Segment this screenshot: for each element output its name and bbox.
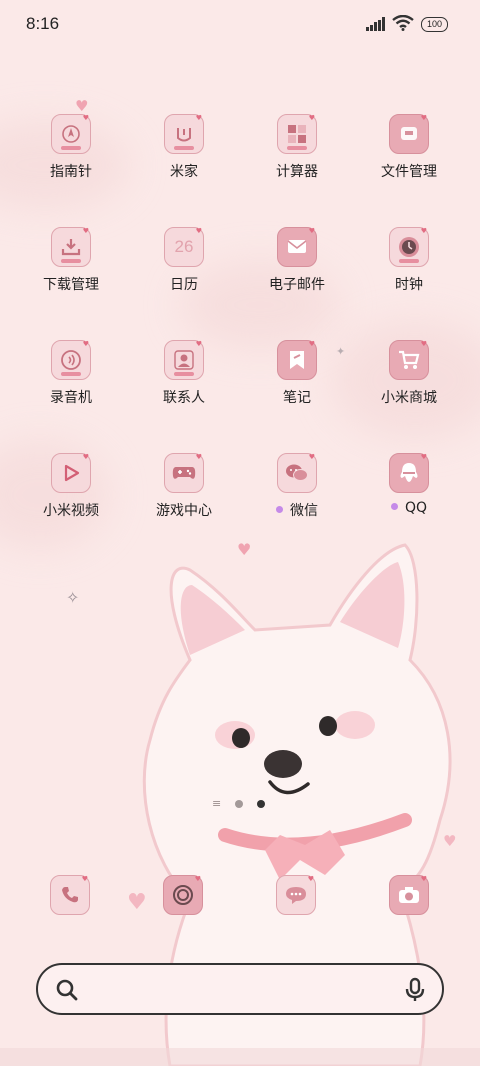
app-label: 游戏中心	[156, 503, 212, 519]
app-compass[interactable]: ♥ 指南针	[16, 114, 126, 181]
search-icon	[56, 979, 78, 1001]
shop-cart-icon: ♥	[389, 340, 429, 380]
app-wechat[interactable]: ♥ 微信	[242, 453, 352, 520]
app-contacts[interactable]: ♥ 联系人	[129, 340, 239, 407]
app-file-manager[interactable]: ♥ 文件管理	[354, 114, 464, 181]
app-notes[interactable]: ♥ 笔记	[242, 340, 352, 407]
navigation-bar-area	[0, 1048, 480, 1066]
recorder-icon: ♥	[51, 340, 91, 380]
microphone-icon[interactable]	[404, 977, 426, 1003]
app-label: 小米视频	[43, 503, 99, 519]
video-play-icon: ♥	[51, 453, 91, 493]
app-label: 文件管理	[381, 164, 437, 180]
app-calculator[interactable]: ♥ 计算器	[242, 114, 352, 181]
app-calendar[interactable]: ♥ 26 日历	[129, 227, 239, 294]
page-dot[interactable]	[235, 799, 244, 808]
wechat-icon: ♥	[277, 453, 317, 493]
wifi-icon	[392, 15, 414, 31]
new-indicator-dot	[276, 506, 283, 513]
app-label: 指南针	[50, 164, 92, 180]
app-email[interactable]: ♥ 电子邮件	[242, 227, 352, 294]
app-label: 米家	[170, 164, 198, 180]
app-mi-video[interactable]: ♥ 小米视频	[16, 453, 126, 520]
signal-strength-icon	[366, 17, 385, 31]
app-label: 微信	[242, 500, 352, 520]
message-bubble-icon[interactable]: ♥	[276, 875, 316, 915]
clock-icon: ♥	[389, 227, 429, 267]
page-indicator[interactable]: ≡	[212, 797, 266, 810]
app-label: 时钟	[395, 277, 423, 293]
app-label: 笔记	[283, 390, 311, 406]
download-icon: ♥	[51, 227, 91, 267]
camera-lens-icon[interactable]: ♥	[163, 875, 203, 915]
drawer-lines-icon[interactable]: ≡	[212, 797, 221, 810]
app-game-center[interactable]: ♥ 游戏中心	[129, 453, 239, 520]
status-bar: 8:16 100	[0, 0, 480, 52]
phone-icon[interactable]: ♥	[50, 875, 90, 915]
battery-icon: 100	[421, 17, 448, 32]
gamepad-icon: ♥	[164, 453, 204, 493]
search-bar[interactable]	[36, 963, 444, 1015]
app-label: 计算器	[276, 164, 318, 180]
qq-icon: ♥	[389, 453, 429, 493]
file-manager-icon: ♥	[389, 114, 429, 154]
app-label: 日历	[170, 277, 198, 293]
contacts-icon: ♥	[164, 340, 204, 380]
app-label: 小米商城	[381, 390, 437, 406]
camera-icon[interactable]: ♥	[389, 875, 429, 915]
status-time: 8:16	[26, 14, 60, 33]
app-mijia[interactable]: ♥ 米家	[129, 114, 239, 181]
notes-icon: ♥	[277, 340, 317, 380]
app-label: 电子邮件	[269, 277, 325, 293]
app-label: 下载管理	[43, 277, 99, 293]
new-indicator-dot	[390, 503, 398, 510]
page-dot-active[interactable]	[257, 799, 266, 808]
app-recorder[interactable]: ♥ 录音机	[16, 340, 126, 407]
calendar-date: 26	[174, 237, 194, 256]
app-label: 录音机	[50, 390, 92, 406]
mail-icon: ♥	[277, 227, 317, 267]
app-mi-shop[interactable]: ♥ 小米商城	[354, 340, 464, 407]
app-clock[interactable]: ♥ 时钟	[354, 227, 464, 294]
calculator-icon: ♥	[277, 114, 317, 154]
app-qq[interactable]: ♥ QQ	[354, 453, 464, 516]
app-label: QQ	[354, 500, 464, 516]
mijia-icon: ♥	[164, 114, 204, 154]
app-label: 联系人	[163, 390, 205, 406]
calendar-icon: ♥ 26	[164, 227, 204, 267]
app-download-manager[interactable]: ♥ 下载管理	[16, 227, 126, 294]
compass-icon: ♥	[51, 114, 91, 154]
